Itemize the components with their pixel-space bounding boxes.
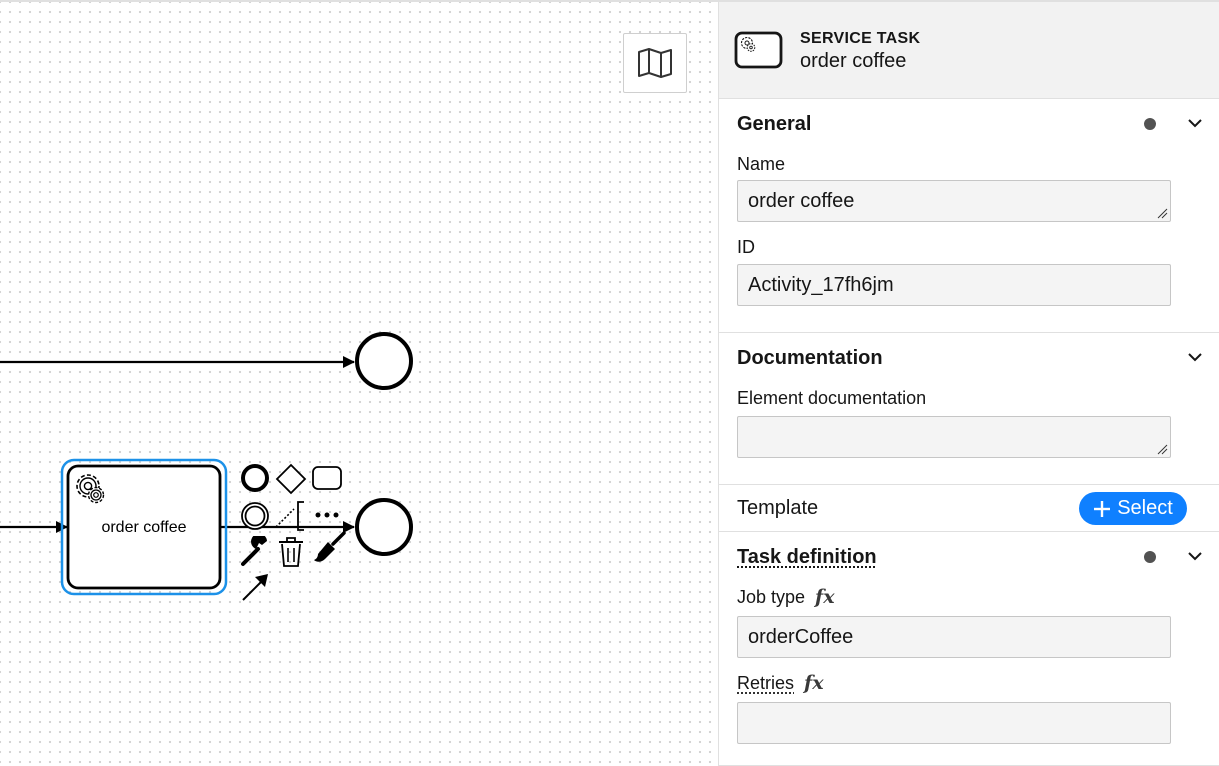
group-general-title: General xyxy=(737,112,812,135)
retries-label: Retries fx xyxy=(737,672,824,694)
wrench-icon[interactable] xyxy=(238,536,272,568)
group-task-definition: Task definition Job type fx orderCoffee … xyxy=(719,532,1219,766)
id-label: ID xyxy=(737,236,755,257)
end-event-icon[interactable] xyxy=(240,462,272,494)
template-row: Template Select xyxy=(719,485,1219,532)
group-documentation-title: Documentation xyxy=(737,346,883,369)
resize-handle-icon[interactable] xyxy=(1156,443,1168,455)
group-general: General Name order coffee ID Activity_17… xyxy=(719,99,1219,333)
element-documentation-label: Element documentation xyxy=(737,387,927,408)
fx-icon[interactable]: fx xyxy=(815,586,835,608)
paint-brush-icon[interactable] xyxy=(311,530,347,566)
end-event-bottom[interactable] xyxy=(355,498,413,556)
element-name: order coffee xyxy=(800,50,907,72)
data-indicator-dot xyxy=(1144,551,1156,563)
gateway-icon[interactable] xyxy=(274,462,308,496)
chevron-down-icon[interactable] xyxy=(1187,115,1203,131)
job-type-label: Job type fx xyxy=(737,586,835,608)
job-type-input[interactable]: orderCoffee xyxy=(737,616,1171,658)
panel-header: SERVICE TASK order coffee xyxy=(719,2,1219,99)
service-task-icon xyxy=(734,31,783,69)
resize-handle-icon[interactable] xyxy=(1156,207,1168,219)
data-indicator-dot xyxy=(1144,118,1156,130)
element-documentation-input[interactable] xyxy=(737,416,1171,458)
element-type: SERVICE TASK xyxy=(800,30,921,47)
group-task-definition-title: Task definition xyxy=(737,545,877,568)
end-event-top[interactable] xyxy=(355,332,413,390)
text-annotation-icon[interactable] xyxy=(274,499,308,533)
group-documentation: Documentation Element documentation xyxy=(719,333,1219,485)
chevron-down-icon[interactable] xyxy=(1187,349,1203,365)
plus-icon xyxy=(1094,500,1111,517)
properties-panel: SERVICE TASK order coffee General Name o… xyxy=(718,2,1219,766)
connect-arrow-icon[interactable] xyxy=(238,570,272,604)
name-input[interactable]: order coffee xyxy=(737,180,1171,222)
diagram-svg xyxy=(0,332,413,596)
id-input[interactable]: Activity_17fh6jm xyxy=(737,264,1171,306)
group-task-definition-header[interactable]: Task definition xyxy=(719,532,1219,582)
more-icon[interactable] xyxy=(312,502,344,528)
template-select-button[interactable]: Select xyxy=(1079,492,1187,525)
trash-icon[interactable] xyxy=(276,535,306,569)
bpmn-canvas[interactable]: order coffee xyxy=(0,2,718,766)
template-label: Template xyxy=(737,496,819,519)
map-icon xyxy=(638,48,672,78)
group-general-header[interactable]: General xyxy=(719,99,1219,149)
intermediate-event-icon[interactable] xyxy=(240,500,272,532)
minimap-toggle-button[interactable] xyxy=(623,33,687,93)
task-icon[interactable] xyxy=(311,465,343,493)
fx-icon[interactable]: fx xyxy=(804,672,824,694)
group-documentation-header[interactable]: Documentation xyxy=(719,333,1219,383)
name-label: Name xyxy=(737,153,786,174)
chevron-down-icon[interactable] xyxy=(1187,548,1203,564)
retries-input[interactable] xyxy=(737,702,1171,744)
